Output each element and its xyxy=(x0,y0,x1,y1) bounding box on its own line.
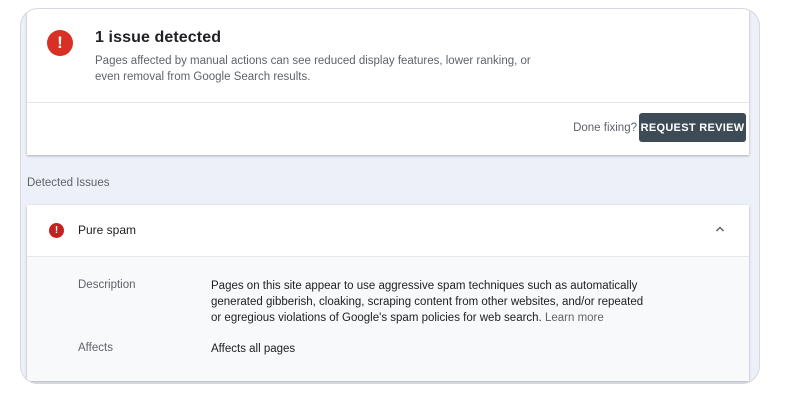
issues-summary-card: ! 1 issue detected Pages affected by man… xyxy=(27,9,749,155)
description-line: generated gibberish, cloaking, scraping … xyxy=(211,296,644,308)
description-line: or egregious violations of Google's spam… xyxy=(211,312,542,324)
summary-description-line: Pages affected by manual actions can see… xyxy=(95,55,531,67)
issue-card: ! Pure spam Description Pages on this si… xyxy=(27,205,749,381)
description-label: Description xyxy=(78,279,136,291)
issue-header-toggle[interactable]: ! Pure spam xyxy=(27,205,749,256)
done-fixing-label: Done fixing? xyxy=(573,122,637,134)
divider xyxy=(27,102,749,103)
learn-more-link[interactable]: Learn more xyxy=(545,312,604,324)
exclamation-icon: ! xyxy=(49,223,64,238)
detected-issues-heading: Detected Issues xyxy=(27,177,110,189)
description-line: Pages on this site appear to use aggress… xyxy=(211,280,638,292)
manual-actions-panel: ! 1 issue detected Pages affected by man… xyxy=(20,8,760,384)
affects-label: Affects xyxy=(78,342,113,354)
affects-value: Affects all pages xyxy=(211,343,296,355)
chevron-up-icon[interactable] xyxy=(715,224,725,234)
summary-title: 1 issue detected xyxy=(95,29,222,46)
summary-description-line: even removal from Google Search results. xyxy=(95,71,311,83)
request-review-button[interactable]: REQUEST REVIEW xyxy=(639,113,746,142)
summary-description: Pages affected by manual actions can see… xyxy=(95,53,565,85)
issue-details: Description Pages on this site appear to… xyxy=(27,256,749,381)
exclamation-icon: ! xyxy=(47,30,73,56)
description-value: Pages on this site appear to use aggress… xyxy=(211,278,671,326)
issue-title: Pure spam xyxy=(78,223,137,237)
